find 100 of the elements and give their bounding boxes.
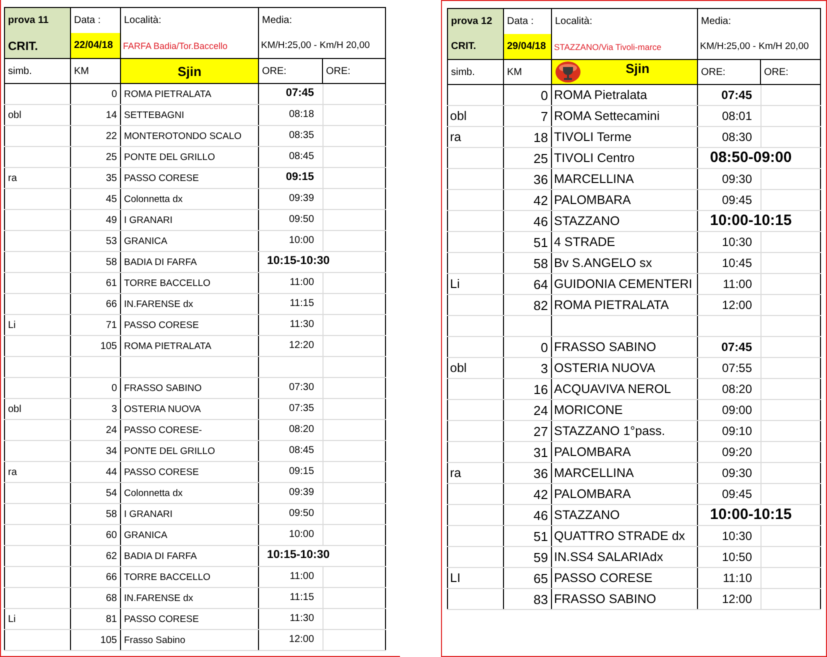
date-value: 29/04/18 <box>504 34 552 60</box>
place-cell: STAZZANO 1°pass. <box>552 420 698 442</box>
time-cell: 07:35 <box>288 403 314 415</box>
time-cell: 10:00 <box>288 235 314 247</box>
time-cell: 09:39 <box>288 487 314 499</box>
km-cell: 61 <box>70 272 120 294</box>
time-cell: 09:39 <box>288 193 314 205</box>
time-cell: 09:45 <box>722 486 752 502</box>
km-cell: 49 <box>70 210 120 230</box>
time-cell: 08:18 <box>288 109 314 121</box>
symbol-cell: Li <box>4 314 70 336</box>
time-cell: 11:15 <box>290 298 314 310</box>
time-cell: 10:50 <box>722 550 752 564</box>
time-cell: 09:10 <box>722 424 752 438</box>
place-cell: FRASSO SABINO <box>120 378 258 398</box>
time-cell: 10:00 <box>288 529 314 541</box>
time-cell: 09:50 <box>288 508 314 520</box>
km-cell: 58 <box>504 252 552 274</box>
symbol-cell: Li <box>4 608 70 630</box>
location-label: Località: <box>552 8 698 34</box>
km-cell: 58 <box>70 504 120 524</box>
place-cell: IN.SS4 SALARIAdx <box>552 546 698 568</box>
place-cell: ROMA PIETRALATA <box>120 336 258 356</box>
time-cell: 10:30 <box>722 528 752 544</box>
time-cell: 08:30 <box>722 130 752 144</box>
km-cell: 3 <box>70 398 120 420</box>
time-cell: 11:30 <box>290 613 314 625</box>
average-label: Media: <box>258 8 386 33</box>
time-cell: 09:30 <box>722 466 752 480</box>
km-cell: 105 <box>70 336 120 356</box>
km-cell: 3 <box>504 358 552 378</box>
place-cell: PONTE DEL GRILLO <box>120 440 258 462</box>
km-cell: 54 <box>70 482 120 504</box>
km-cell: 0 <box>504 84 552 106</box>
time-cell: 07:45 <box>721 88 752 102</box>
place-cell: Colonnetta dx <box>120 482 258 504</box>
km-cell: 51 <box>504 232 552 252</box>
place-cell: STAZZANO <box>552 210 698 232</box>
km-cell: 53 <box>70 230 120 252</box>
time-cell: 09:50 <box>288 214 314 226</box>
time-cell: 10:30 <box>722 234 752 250</box>
km-cell: 46 <box>504 210 552 232</box>
km-cell: 44 <box>70 462 120 482</box>
place-cell: TORRE BACCELLO <box>120 566 258 588</box>
place-cell: PALOMBARA <box>552 442 698 462</box>
symbol-cell: ra <box>448 462 504 484</box>
km-cell: 24 <box>70 420 120 440</box>
km-cell: 16 <box>504 378 552 400</box>
km-cell: 0 <box>504 336 552 358</box>
criterion-label: CRIT. <box>448 34 504 60</box>
km-cell: 60 <box>70 524 120 546</box>
time-cell: 10:00-10:15 <box>710 506 792 524</box>
symbol-cell: LI <box>448 568 504 588</box>
place-cell: MARCELLINA <box>552 462 698 484</box>
place-cell: SETTEBAGNI <box>120 104 258 126</box>
symbol-cell: Li <box>448 274 504 294</box>
km-cell: 0 <box>70 84 120 104</box>
place-cell: GRANICA <box>120 524 258 546</box>
place-cell: Frasso Sabino <box>120 630 258 650</box>
km-cell: 105 <box>70 630 120 650</box>
km-cell: 81 <box>70 608 120 630</box>
place-cell: BADIA DI FARFA <box>120 252 258 272</box>
km-cell: 14 <box>70 104 120 126</box>
time-cell: 09:15 <box>288 466 314 478</box>
time-cell: 10:45 <box>722 256 752 270</box>
km-cell: 42 <box>504 484 552 504</box>
place-cell: ROMA PIETRALATA <box>552 294 698 316</box>
time-cell: 07:45 <box>286 87 314 101</box>
time-cell: 12:00 <box>722 298 752 312</box>
time-cell: 11:10 <box>722 570 752 586</box>
time-cell: 10:15-10:30 <box>267 549 330 563</box>
average-value: KM/H:25,00 - Km/H 20,00 <box>258 33 386 58</box>
time-cell: 09:45 <box>722 192 752 208</box>
place-cell: BADIA DI FARFA <box>120 546 258 566</box>
km-cell: 42 <box>504 190 552 210</box>
km-cell: 66 <box>70 566 120 588</box>
km-cell: 36 <box>504 168 552 190</box>
symbol-cell: ra <box>4 462 70 482</box>
km-cell: 65 <box>504 568 552 588</box>
km-cell: 24 <box>504 400 552 420</box>
km-cell: 7 <box>504 106 552 126</box>
criterion-label: CRIT. <box>4 33 70 58</box>
place-cell: STAZZANO <box>552 504 698 526</box>
time-cell: 11:00 <box>290 571 314 583</box>
symbol-cell: obl <box>4 398 70 420</box>
place-cell: GUIDONIA CEMENTERI <box>552 274 698 294</box>
place-cell: I GRANARI <box>120 210 258 230</box>
km-cell: 66 <box>70 294 120 314</box>
km-cell: 27 <box>504 420 552 442</box>
column-header: ORE: <box>698 60 760 84</box>
km-cell: 51 <box>504 526 552 546</box>
place-cell: PASSO CORESE <box>552 568 698 588</box>
time-cell: 12:20 <box>288 340 314 352</box>
place-cell: TORRE BACCELLO <box>120 272 258 294</box>
place-cell: ACQUAVIVA NEROL <box>552 378 698 400</box>
km-cell: 82 <box>504 294 552 316</box>
test-title: prova 11 <box>4 8 70 33</box>
test-title: prova 12 <box>448 8 504 34</box>
place-cell: ROMA Settecamini <box>552 106 698 126</box>
column-header: simb. <box>448 60 504 84</box>
